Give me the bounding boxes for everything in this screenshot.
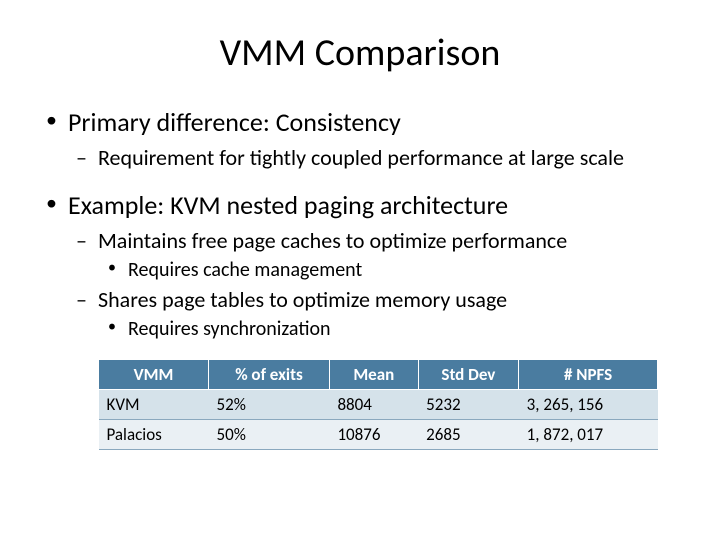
table-cell: 3, 265, 156 bbox=[519, 390, 658, 420]
table-header: Mean bbox=[329, 360, 418, 390]
table-header: VMM bbox=[99, 360, 209, 390]
table-cell: 5232 bbox=[418, 390, 519, 420]
bullet-text: Requirement for tightly coupled performa… bbox=[98, 144, 624, 171]
table-cell: KVM bbox=[99, 390, 209, 420]
comparison-table: VMM % of exits Mean Std Dev # NPFS KVM 5… bbox=[98, 359, 658, 450]
table-row: KVM 52% 8804 5232 3, 265, 156 bbox=[99, 390, 658, 420]
bullet-list: Primary difference: Consistency Requirem… bbox=[40, 106, 680, 341]
table-cell: 8804 bbox=[329, 390, 418, 420]
list-item: Primary difference: Consistency Requirem… bbox=[40, 106, 680, 171]
bullet-text: Maintains free page caches to optimize p… bbox=[98, 227, 567, 254]
bullet-text: Requires cache management bbox=[128, 258, 362, 282]
table-header: % of exits bbox=[209, 360, 330, 390]
list-item: Maintains free page caches to optimize p… bbox=[68, 227, 680, 282]
table-cell: 1, 872, 017 bbox=[519, 420, 658, 450]
slide-title: VMM Comparison bbox=[40, 30, 680, 76]
table-header: # NPFS bbox=[519, 360, 658, 390]
bullet-text: Requires synchronization bbox=[128, 317, 331, 341]
list-item: Requires synchronization bbox=[98, 317, 680, 341]
list-item: Requires cache management bbox=[98, 258, 680, 282]
bullet-text: Shares page tables to optimize memory us… bbox=[98, 286, 507, 313]
bullet-text: Primary difference: Consistency bbox=[68, 106, 401, 138]
table-cell: 10876 bbox=[329, 420, 418, 450]
table-cell: 50% bbox=[209, 420, 330, 450]
table-cell: Palacios bbox=[99, 420, 209, 450]
table-row: Palacios 50% 10876 2685 1, 872, 017 bbox=[99, 420, 658, 450]
table-header: Std Dev bbox=[418, 360, 519, 390]
table-cell: 2685 bbox=[418, 420, 519, 450]
table-cell: 52% bbox=[209, 390, 330, 420]
list-item: Example: KVM nested paging architecture … bbox=[40, 189, 680, 341]
list-item: Shares page tables to optimize memory us… bbox=[68, 286, 680, 341]
bullet-text: Example: KVM nested paging architecture bbox=[68, 189, 508, 221]
list-item: Requirement for tightly coupled performa… bbox=[68, 144, 680, 171]
